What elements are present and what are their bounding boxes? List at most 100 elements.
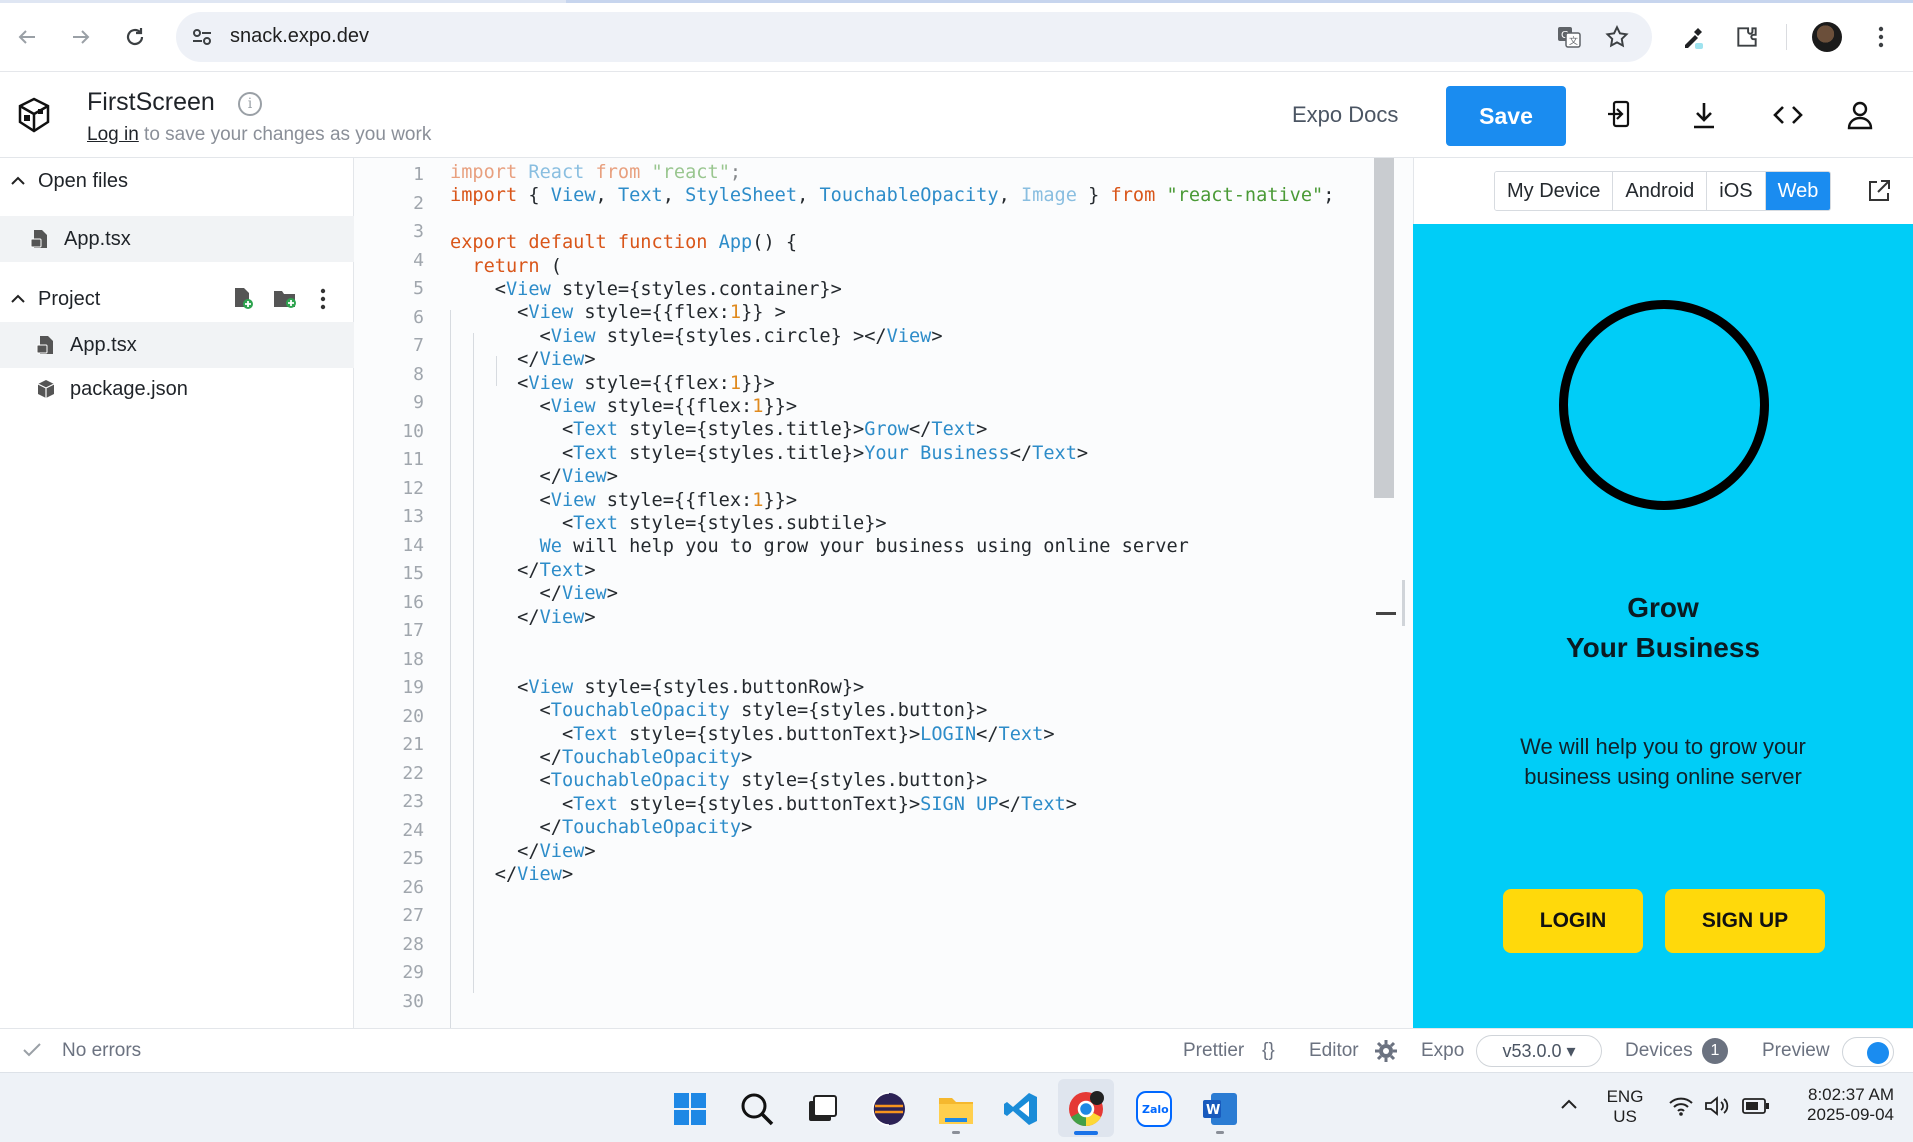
project-title[interactable]: FirstScreen bbox=[87, 88, 215, 117]
project-header[interactable]: Project bbox=[0, 276, 354, 322]
project-more-icon[interactable] bbox=[320, 288, 326, 315]
panel-resize-handle[interactable] bbox=[1402, 580, 1405, 626]
word-app-icon[interactable]: W bbox=[1198, 1087, 1242, 1131]
code-line[interactable]: <View style={{flex:1}} > bbox=[450, 302, 786, 323]
user-account-icon[interactable] bbox=[1842, 97, 1878, 133]
open-files-header[interactable]: Open files bbox=[0, 158, 354, 204]
wifi-icon[interactable] bbox=[1668, 1095, 1694, 1122]
eyedropper-extension-icon[interactable] bbox=[1678, 22, 1708, 52]
login-link[interactable]: Log in bbox=[87, 124, 139, 145]
signup-button[interactable]: SIGN UP bbox=[1665, 889, 1825, 953]
tab-strip bbox=[0, 0, 1913, 3]
open-file-app-tsx[interactable]: App.tsx bbox=[0, 216, 354, 262]
prettier-toggle[interactable]: Prettier bbox=[1183, 1040, 1244, 1062]
chevron-up-icon[interactable] bbox=[10, 288, 26, 311]
code-line[interactable]: import { View, Text, StyleSheet, Touchab… bbox=[450, 185, 1334, 206]
address-bar[interactable]: snack.expo.dev G文 bbox=[176, 12, 1652, 62]
site-settings-icon[interactable] bbox=[190, 25, 214, 54]
import-device-icon[interactable] bbox=[1602, 97, 1638, 133]
zalo-app-icon[interactable]: Zalo bbox=[1132, 1087, 1176, 1131]
windows-start-icon[interactable] bbox=[668, 1087, 712, 1131]
vscode-icon[interactable] bbox=[999, 1087, 1043, 1131]
clock[interactable]: 8:02:37 AM 2025-09-04 bbox=[1784, 1085, 1894, 1125]
code-editor[interactable]: 1 2 3 4 5 6 7 8 9 10 11 12 13 14 15 16 1… bbox=[354, 158, 1413, 1028]
gear-icon[interactable] bbox=[1374, 1039, 1398, 1069]
code-line[interactable]: import React from "react"; bbox=[450, 162, 741, 183]
volume-icon[interactable] bbox=[1704, 1095, 1732, 1122]
chrome-menu-icon[interactable] bbox=[1866, 22, 1896, 52]
editor-scrollbar-thumb[interactable] bbox=[1374, 158, 1394, 498]
code-line[interactable]: <Text style={styles.buttonText}>SIGN UP<… bbox=[450, 794, 1077, 815]
language-indicator[interactable]: ENG US bbox=[1600, 1087, 1650, 1127]
code-line[interactable]: <View style={styles.buttonRow}> bbox=[450, 677, 864, 698]
project-file-app-tsx[interactable]: App.tsx bbox=[0, 322, 354, 368]
code-line[interactable]: </View> bbox=[450, 349, 595, 370]
code-line[interactable]: <View style={{flex:1}}> bbox=[450, 490, 798, 511]
devices-label[interactable]: Devices bbox=[1625, 1040, 1693, 1062]
chrome-app-icon[interactable] bbox=[1064, 1087, 1108, 1131]
line-number: 4 bbox=[413, 249, 424, 271]
code-line[interactable]: <View style={styles.container}> bbox=[450, 279, 842, 300]
search-icon[interactable] bbox=[735, 1087, 779, 1131]
download-icon[interactable] bbox=[1686, 97, 1722, 133]
battery-icon[interactable] bbox=[1742, 1097, 1770, 1120]
expo-docs-link[interactable]: Expo Docs bbox=[1292, 102, 1398, 128]
code-line[interactable]: </View> bbox=[450, 607, 595, 628]
embed-code-icon[interactable] bbox=[1770, 97, 1806, 133]
code-line[interactable]: <TouchableOpacity style={styles.button}> bbox=[450, 700, 988, 722]
save-button[interactable]: Save bbox=[1446, 86, 1566, 146]
code-line[interactable]: </Text> bbox=[450, 560, 595, 581]
code-line[interactable]: return ( bbox=[450, 256, 562, 277]
preview-toggle[interactable] bbox=[1842, 1037, 1894, 1067]
code-line[interactable]: </View> bbox=[450, 864, 573, 885]
code-line[interactable]: </View> bbox=[450, 583, 618, 604]
info-icon[interactable]: i bbox=[238, 92, 262, 116]
expo-snack-logo-icon[interactable] bbox=[14, 95, 54, 140]
code-line[interactable]: export default function App() { bbox=[450, 232, 797, 253]
code-line[interactable]: </TouchableOpacity> bbox=[450, 747, 753, 768]
code-token: Text bbox=[998, 723, 1044, 745]
code-line[interactable]: </View> bbox=[450, 841, 595, 862]
code-line[interactable]: <Text style={styles.title}>Grow</Text> bbox=[450, 419, 987, 440]
profile-avatar[interactable] bbox=[1812, 22, 1842, 52]
project-file-package-json[interactable]: package.json bbox=[0, 366, 354, 412]
editor-settings[interactable]: Editor bbox=[1309, 1040, 1359, 1062]
forward-icon[interactable] bbox=[66, 22, 96, 52]
chevron-up-icon[interactable] bbox=[10, 170, 26, 193]
tab-web[interactable]: Web bbox=[1765, 172, 1831, 210]
open-external-icon[interactable] bbox=[1866, 178, 1892, 204]
task-view-icon[interactable] bbox=[800, 1087, 844, 1131]
extensions-puzzle-icon[interactable] bbox=[1732, 22, 1762, 52]
bookmark-star-icon[interactable] bbox=[1604, 24, 1630, 50]
tab-android[interactable]: Android bbox=[1613, 172, 1708, 210]
code-line[interactable]: </View> bbox=[450, 466, 618, 487]
line-number: 9 bbox=[413, 392, 424, 413]
error-status[interactable]: No errors bbox=[62, 1040, 141, 1062]
code-line[interactable]: <View style={styles.circle} ></View> bbox=[450, 326, 943, 347]
code-line[interactable]: <View style={{flex:1}}> bbox=[450, 396, 798, 417]
code-line[interactable]: <TouchableOpacity style={styles.button}> bbox=[450, 770, 988, 791]
code-token: < bbox=[450, 700, 551, 722]
sdk-version-select[interactable]: v53.0.0 ▾ bbox=[1476, 1035, 1602, 1067]
code-token: style={styles.buttonText}> bbox=[617, 793, 921, 815]
new-file-icon[interactable] bbox=[232, 286, 254, 315]
collapse-panel-icon[interactable] bbox=[1376, 612, 1396, 615]
code-line[interactable]: </TouchableOpacity> bbox=[450, 817, 753, 838]
tray-chevron-up-icon[interactable] bbox=[1560, 1097, 1578, 1115]
tab-ios[interactable]: iOS bbox=[1707, 172, 1766, 210]
file-explorer-icon[interactable] bbox=[934, 1087, 978, 1131]
code-line[interactable]: <View style={{flex:1}}> bbox=[450, 373, 775, 394]
eclipse-app-icon[interactable] bbox=[867, 1087, 911, 1131]
login-button[interactable]: LOGIN bbox=[1503, 889, 1643, 953]
code-line[interactable]: <Text style={styles.title}>Your Business… bbox=[450, 443, 1088, 464]
back-icon[interactable] bbox=[12, 22, 42, 52]
prettier-braces-icon[interactable]: {} bbox=[1262, 1040, 1275, 1062]
reload-icon[interactable] bbox=[120, 22, 150, 52]
tab-my-device[interactable]: My Device bbox=[1495, 172, 1614, 210]
code-line[interactable]: <Text style={styles.subtile}> bbox=[450, 513, 887, 534]
new-folder-icon[interactable] bbox=[272, 286, 298, 315]
code-line[interactable]: We will help you to grow your business u… bbox=[450, 536, 1189, 557]
url-text[interactable]: snack.expo.dev bbox=[230, 25, 369, 48]
code-line[interactable]: <Text style={styles.buttonText}>LOGIN</T… bbox=[450, 724, 1055, 745]
translate-icon[interactable]: G文 bbox=[1556, 24, 1582, 50]
